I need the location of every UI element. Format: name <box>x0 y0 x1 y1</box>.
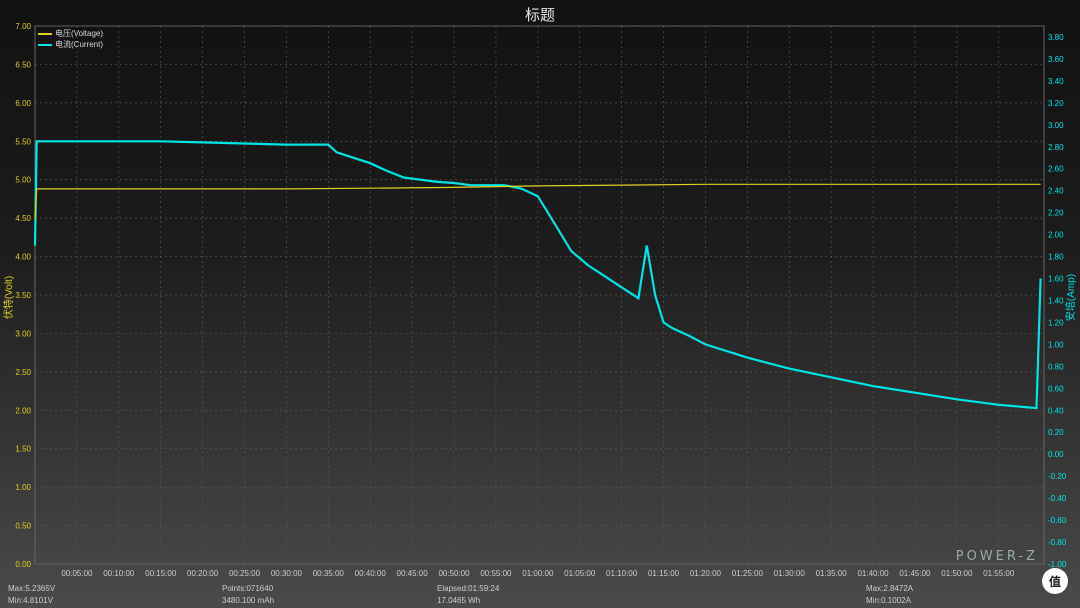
chart-title: 标题 <box>524 7 555 24</box>
chart-plot: 0.00 0.50 1.00 1.50 2.00 2.50 3.00 3.50 4.00 4.50… <box>15 22 1067 578</box>
right-tick-label: 0.40 <box>1048 406 1064 415</box>
right-tick-label: 1.00 <box>1048 340 1064 349</box>
footer-max-current: Max:2.8472A <box>866 584 914 593</box>
right-tick-label: 0.20 <box>1048 428 1064 437</box>
legend-item-current: 电流(Current) <box>38 39 103 50</box>
x-tick-label: 01:05:00 <box>564 569 596 578</box>
right-tick-label: 2.80 <box>1048 143 1064 152</box>
legend-label-current: 电流(Current) <box>55 40 104 49</box>
left-axis-label: 伏特(Volt) <box>4 275 16 320</box>
x-tick-label: 00:05:00 <box>61 569 93 578</box>
x-tick-label: 01:55:00 <box>983 569 1015 578</box>
left-tick-label: 0.00 <box>15 560 31 569</box>
legend-swatch-voltage <box>38 32 52 35</box>
x-tick-label: 01:40:00 <box>857 569 889 578</box>
right-tick-label: -0.20 <box>1048 472 1067 481</box>
x-tick-label: 00:50:00 <box>438 569 470 578</box>
right-tick-label: 2.00 <box>1048 231 1064 240</box>
x-tick-label: 01:45:00 <box>899 569 931 578</box>
x-tick-label: 01:15:00 <box>648 569 680 578</box>
x-tick-label: 00:40:00 <box>355 569 387 578</box>
x-tick-label: 01:00:00 <box>522 569 554 578</box>
left-tick-label: 2.00 <box>15 406 31 415</box>
right-tick-label: 3.60 <box>1048 55 1064 64</box>
right-tick-label: 0.80 <box>1048 362 1064 371</box>
x-tick-label: 00:25:00 <box>229 569 261 578</box>
left-tick-label: 5.50 <box>15 137 31 146</box>
right-tick-label: 0.00 <box>1048 450 1064 459</box>
left-tick-label: 6.50 <box>15 60 31 69</box>
legend-swatch-current <box>38 43 52 46</box>
right-tick-label: -0.60 <box>1048 516 1067 525</box>
left-tick-label: 1.00 <box>15 483 31 492</box>
footer-points: Points:071640 <box>222 584 274 593</box>
x-tick-label: 00:10:00 <box>103 569 135 578</box>
site-logo-icon: 值 <box>1042 568 1068 594</box>
footer-capacity: 3480.100 mAh <box>222 596 275 605</box>
right-tick-label: -0.80 <box>1048 538 1067 547</box>
brand-watermark: POWER-Z <box>955 549 1038 564</box>
right-axis-label: 安培(Amp) <box>1066 273 1078 322</box>
legend-label-voltage: 电压(Voltage) <box>55 29 104 38</box>
left-tick-label: 2.50 <box>15 368 31 377</box>
x-tick-label: 01:25:00 <box>732 569 764 578</box>
left-tick-label: 4.00 <box>15 253 31 262</box>
footer-max-voltage: Max:5.2365V <box>8 584 56 593</box>
x-tick-label: 01:20:00 <box>690 569 722 578</box>
right-tick-label: 3.00 <box>1048 121 1064 130</box>
x-tick-label: 00:20:00 <box>187 569 219 578</box>
footer-min-voltage: Min:4.8101V <box>8 596 53 605</box>
right-tick-label: 2.20 <box>1048 209 1064 218</box>
right-tick-label: 3.40 <box>1048 77 1064 86</box>
left-tick-label: 5.00 <box>15 176 31 185</box>
footer-elapsed: Elapsed:01:59:24 <box>437 584 500 593</box>
right-tick-label: 2.40 <box>1048 187 1064 196</box>
left-tick-label: 3.50 <box>15 291 31 300</box>
legend: 电压(Voltage) 电流(Current) <box>38 28 103 50</box>
footer-min-current: Min:0.1002A <box>866 596 911 605</box>
left-tick-label: 4.50 <box>15 214 31 223</box>
left-tick-label: 3.00 <box>15 329 31 338</box>
x-tick-label: 01:30:00 <box>774 569 806 578</box>
right-tick-label: 0.60 <box>1048 384 1064 393</box>
footer-energy: 17.0465 Wh <box>437 596 481 605</box>
right-tick-label: 1.80 <box>1048 253 1064 262</box>
x-tick-label: 00:55:00 <box>480 569 512 578</box>
x-tick-label: 00:30:00 <box>271 569 303 578</box>
left-tick-label: 0.50 <box>15 522 31 531</box>
x-tick-label: 01:35:00 <box>816 569 848 578</box>
x-tick-label: 00:35:00 <box>313 569 345 578</box>
left-tick-label: 1.50 <box>15 445 31 454</box>
x-tick-label: 01:10:00 <box>606 569 638 578</box>
legend-item-voltage: 电压(Voltage) <box>38 28 103 39</box>
right-tick-label: 3.20 <box>1048 99 1064 108</box>
x-tick-label: 00:15:00 <box>145 569 177 578</box>
left-tick-label: 6.00 <box>15 99 31 108</box>
x-tick-label: 00:45:00 <box>397 569 429 578</box>
right-tick-label: 3.80 <box>1048 33 1064 42</box>
right-tick-label: -0.40 <box>1048 494 1067 503</box>
right-tick-label: 2.60 <box>1048 165 1064 174</box>
x-tick-label: 01:50:00 <box>941 569 973 578</box>
